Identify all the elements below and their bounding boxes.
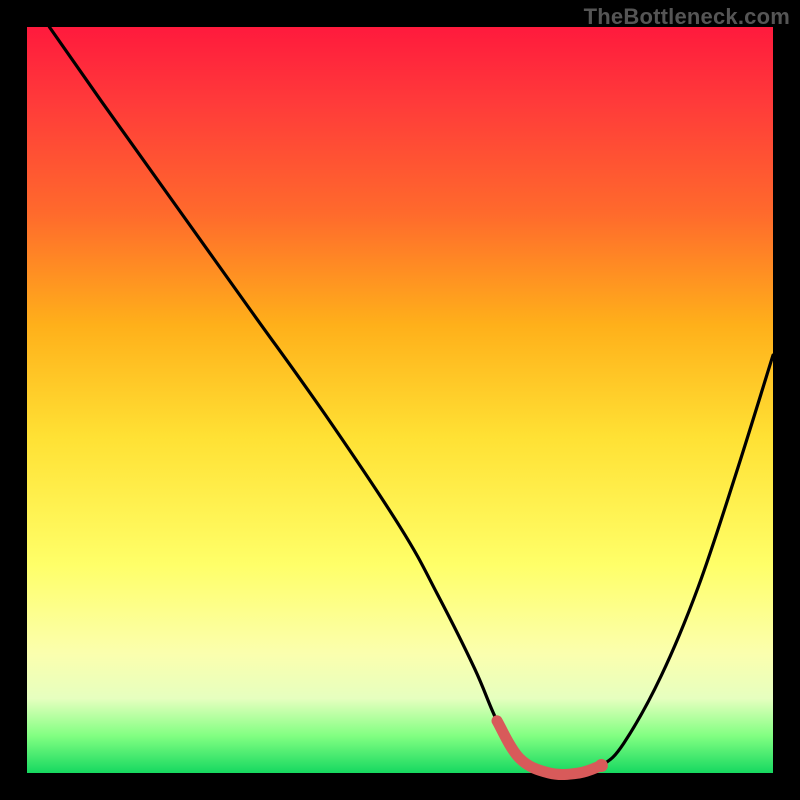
- plot-area: [27, 27, 773, 773]
- chart-frame: TheBottleneck.com: [0, 0, 800, 800]
- watermark-text: TheBottleneck.com: [584, 4, 790, 30]
